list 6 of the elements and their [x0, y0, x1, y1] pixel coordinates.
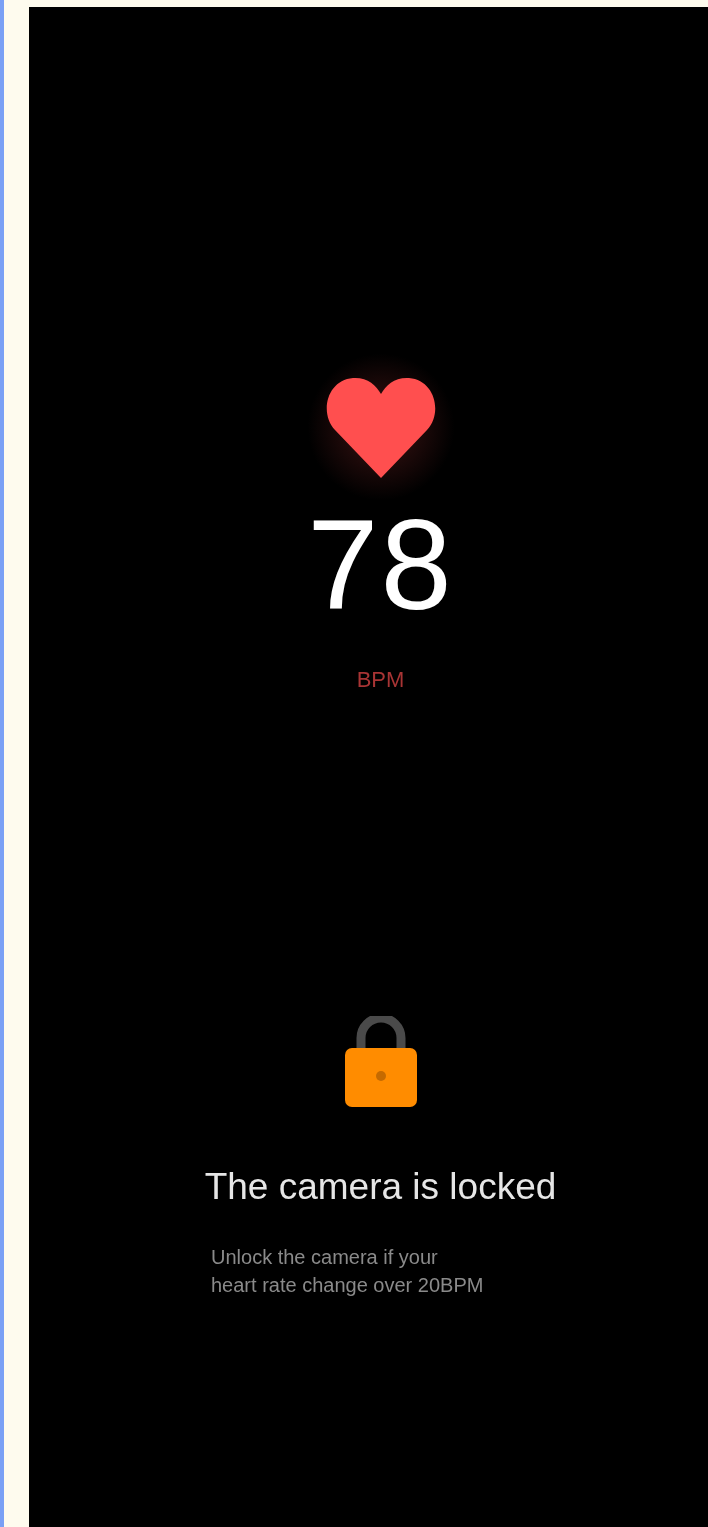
heart-rate-value: 78 [307, 501, 454, 629]
padlock-icon [343, 1016, 418, 1108]
heart-rate-unit: BPM [356, 669, 405, 691]
lock-title: The camera is locked [204, 1168, 557, 1205]
heart-icon [324, 376, 437, 478]
lock-message: Unlock the camera if your heart rate change over 20BPM [211, 1245, 484, 1298]
